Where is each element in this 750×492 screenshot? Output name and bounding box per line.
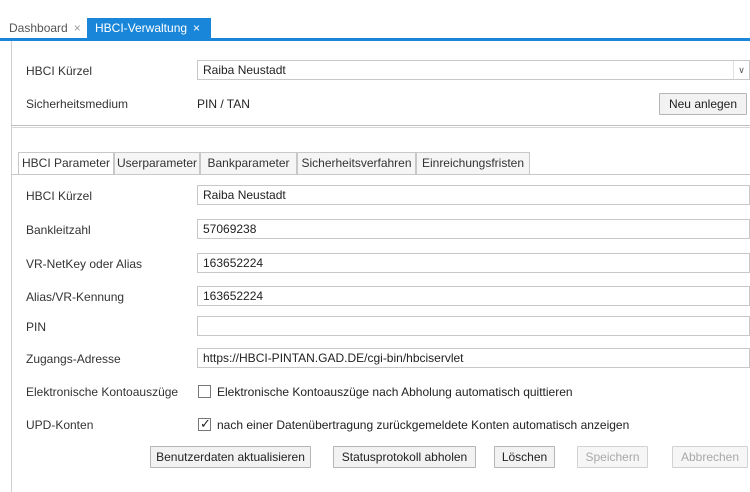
kuerzel-input[interactable]: Raiba Neustadt <box>197 185 750 205</box>
cancel-button[interactable]: Abbrechen <box>672 446 748 468</box>
ekonto-checkbox[interactable] <box>198 385 211 398</box>
medium-value: PIN / TAN <box>197 97 250 111</box>
netkey-input[interactable]: 163652224 <box>197 253 750 273</box>
pin-input[interactable] <box>197 316 750 336</box>
tab-hbci-parameter[interactable]: HBCI Parameter <box>18 152 114 175</box>
section-divider <box>11 125 750 126</box>
address-input[interactable]: https://HBCI-PINTAN.GAD.DE/cgi-bin/hbcis… <box>197 348 750 368</box>
tab-dashboard[interactable]: Dashboard × <box>9 18 81 38</box>
chevron-down-icon[interactable]: ∨ <box>733 61 749 79</box>
delete-button[interactable]: Löschen <box>494 446 555 468</box>
kuerzel-label: HBCI Kürzel <box>26 189 93 203</box>
ekonto-label: Elektronische Kontoauszüge <box>26 385 179 399</box>
address-label: Zugangs-Adresse <box>26 352 121 366</box>
hbci-kuerzel-dropdown[interactable]: Raiba Neustadt ∨ <box>197 60 750 80</box>
tab-hbci-verwaltung-label: HBCI-Verwaltung <box>95 21 188 35</box>
alias-label: Alias/VR-Kennung <box>26 290 125 304</box>
tab-bankparameter[interactable]: Bankparameter <box>200 152 297 174</box>
new-button[interactable]: Neu anlegen <box>659 93 747 115</box>
medium-label: Sicherheitsmedium <box>26 97 129 111</box>
close-icon[interactable]: × <box>193 21 200 35</box>
hbci-kuerzel-dropdown-value: Raiba Neustadt <box>203 63 286 77</box>
tab-strip-divider <box>11 174 750 175</box>
upd-checkbox-text: nach einer Datenübertragung zurückgemeld… <box>217 418 630 432</box>
checkmark-icon: ✓ <box>200 416 211 431</box>
upd-label: UPD-Konten <box>26 418 94 432</box>
save-button[interactable]: Speichern <box>577 446 648 468</box>
tab-sicherheitsverfahren[interactable]: Sicherheitsverfahren <box>297 152 416 174</box>
blz-input[interactable]: 57069238 <box>197 219 750 239</box>
upd-checkbox[interactable]: ✓ <box>198 416 211 431</box>
pin-label: PIN <box>26 320 47 334</box>
tab-dashboard-label: Dashboard <box>9 21 68 35</box>
netkey-label: VR-NetKey oder Alias <box>26 257 143 271</box>
tab-userparameter[interactable]: Userparameter <box>114 152 200 174</box>
update-userdata-button[interactable]: Benutzerdaten aktualisieren <box>150 446 311 468</box>
tab-hbci-verwaltung[interactable]: HBCI-Verwaltung × <box>87 18 211 38</box>
tab-einreichungsfristen[interactable]: Einreichungsfristen <box>416 152 530 174</box>
fetch-status-button[interactable]: Statusprotokoll abholen <box>333 446 476 468</box>
ekonto-checkbox-text: Elektronische Kontoauszüge nach Abholung… <box>217 385 573 399</box>
header-kuerzel-label: HBCI Kürzel <box>26 64 93 78</box>
close-icon[interactable]: × <box>74 21 81 35</box>
alias-input[interactable]: 163652224 <box>197 286 750 306</box>
section-divider-shadow <box>11 127 750 128</box>
top-tab-bar: Dashboard × HBCI-Verwaltung × <box>0 0 750 38</box>
blz-label: Bankleitzahl <box>26 223 91 237</box>
